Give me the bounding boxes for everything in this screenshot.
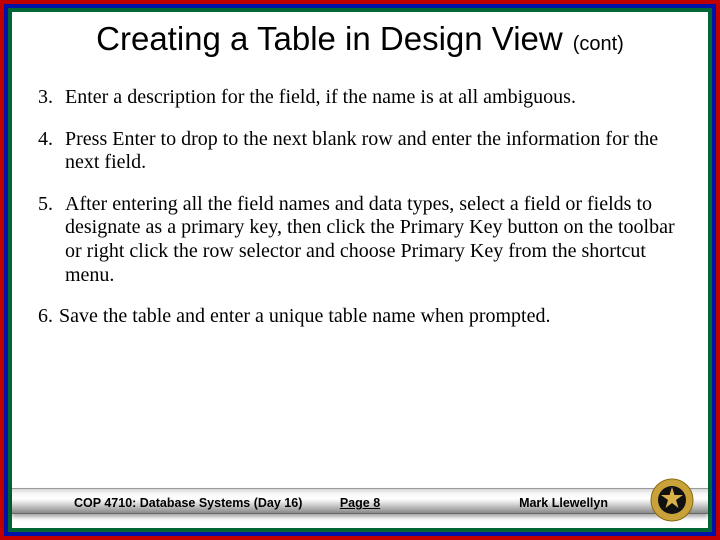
list-item: 4. Press Enter to drop to the next blank… bbox=[38, 128, 682, 175]
border-red: Creating a Table in Design View (cont) 3… bbox=[0, 0, 720, 540]
footer-course: COP 4710: Database Systems (Day 16) bbox=[74, 496, 302, 510]
list-item: 3. Enter a description for the field, if… bbox=[38, 86, 682, 110]
slide: Creating a Table in Design View (cont) 3… bbox=[12, 12, 708, 528]
ucf-seal-icon bbox=[650, 478, 694, 522]
list-item: 6. Save the table and enter a unique tab… bbox=[38, 305, 682, 329]
list-text: Save the table and enter a unique table … bbox=[59, 305, 682, 329]
list-number: 4. bbox=[38, 128, 65, 175]
list-text: Press Enter to drop to the next blank ro… bbox=[65, 128, 682, 175]
body: 3. Enter a description for the field, if… bbox=[12, 58, 708, 528]
border-green: Creating a Table in Design View (cont) 3… bbox=[8, 8, 712, 532]
footer: COP 4710: Database Systems (Day 16) Page… bbox=[12, 470, 708, 528]
list-text: Enter a description for the field, if th… bbox=[65, 86, 682, 110]
list-number: 6. bbox=[38, 305, 59, 329]
slide-title-cont: (cont) bbox=[573, 33, 624, 55]
footer-page: Page 8 bbox=[340, 496, 380, 510]
title-area: Creating a Table in Design View (cont) bbox=[12, 12, 708, 58]
list-number: 5. bbox=[38, 193, 65, 287]
slide-title: Creating a Table in Design View bbox=[96, 20, 563, 57]
list-number: 3. bbox=[38, 86, 65, 110]
footer-author: Mark Llewellyn bbox=[519, 496, 608, 510]
list-item: 5. After entering all the field names an… bbox=[38, 193, 682, 287]
border-blue: Creating a Table in Design View (cont) 3… bbox=[4, 4, 716, 536]
list-text: After entering all the field names and d… bbox=[65, 193, 682, 287]
